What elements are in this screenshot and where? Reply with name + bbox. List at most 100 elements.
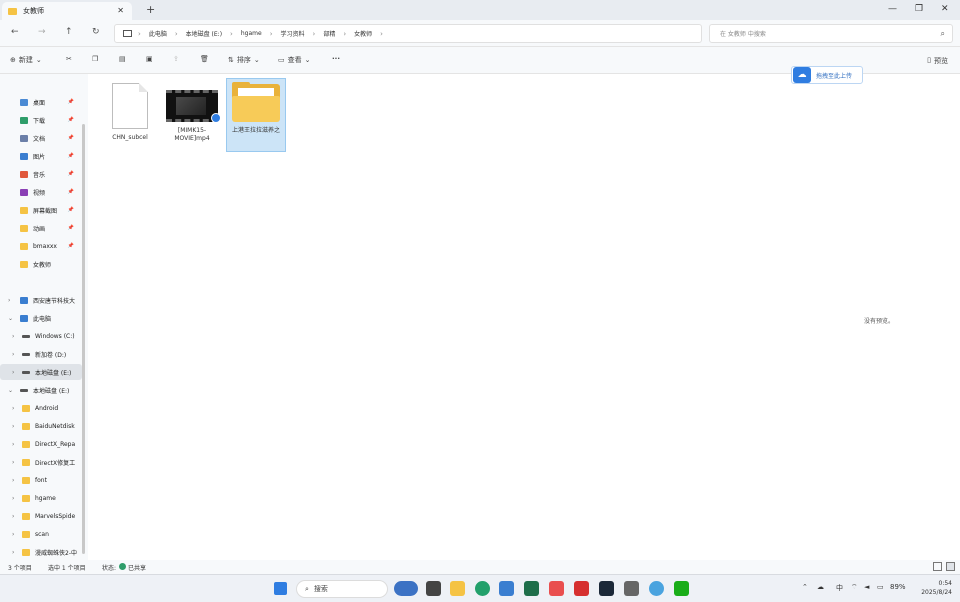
sidebar-tree-item[interactable]: › DirectX_Repa [0,436,82,452]
folder-icon [232,82,280,122]
copy-button[interactable]: ❐ [92,55,98,63]
breadcrumb-item[interactable]: hgame [237,30,266,37]
folder-item-selected[interactable]: 上港王拉拉滋养之 [226,78,286,152]
more-options-button[interactable]: ··· [332,55,340,63]
maximize-button[interactable]: ❐ [915,4,923,14]
share-button[interactable]: ⇪ [173,55,179,63]
sidebar-tree-item[interactable]: › 漫威蜘蛛侠2-中 [0,544,82,560]
address-bar[interactable]: › 此电脑 › 本地磁盘 (E:) › hgame › 学习资料 › 部精 › 女教师 › [114,24,702,43]
paste-button[interactable]: ▤ [119,55,126,63]
up-button[interactable]: ↑ [65,27,73,37]
ime-indicator[interactable]: 中 [836,583,843,593]
chevron-icon[interactable]: › [12,459,14,466]
breadcrumb-item[interactable]: 部精 [319,29,339,38]
chevron-icon[interactable]: › [12,477,14,484]
sidebar-tree-item[interactable]: › font [0,472,82,488]
sidebar-tree-item[interactable]: › 西安唐节科技大 [0,292,82,308]
app-icon[interactable] [649,581,664,596]
chevron-icon[interactable]: › [12,441,14,448]
sidebar-tree-item[interactable]: › Android [0,400,82,416]
sidebar-tree-item[interactable]: ⌄ 本地磁盘 (E:) [0,382,82,398]
chevron-icon[interactable]: › [8,297,10,304]
app-icon[interactable] [524,581,539,596]
search-input[interactable]: 在 女教师 中搜索 ⌕ [709,24,953,43]
back-button[interactable]: ← [11,27,19,37]
sidebar-item[interactable]: 屏幕截图 📌 [0,202,82,218]
sidebar-item[interactable]: 文档 📌 [0,130,82,146]
sidebar-tree-item[interactable]: › Windows (C:) [0,328,82,344]
chevron-icon[interactable]: › [12,549,14,556]
widget-icon[interactable] [394,581,418,596]
sidebar-item[interactable]: 视频 📌 [0,184,82,200]
sidebar-tree-item[interactable]: › hgame [0,490,82,506]
sidebar-item[interactable]: 桌面 📌 [0,94,82,110]
cut-button[interactable]: ✂ [66,55,72,63]
chevron-icon[interactable]: › [12,333,14,340]
preview-pane-button[interactable]: ▯ 预览 [927,56,948,66]
sidebar-item[interactable]: 女教师 [0,256,82,272]
file-item[interactable]: [MIMK15-MOVIE]mp4 [162,80,222,154]
chevron-icon[interactable]: › [12,369,14,376]
rename-button[interactable]: ▣ [146,55,153,63]
sidebar-item[interactable]: bmaxxx 📌 [0,238,82,254]
close-window-button[interactable]: ✕ [941,4,949,14]
battery-icon[interactable]: ▭ [877,583,884,591]
chevron-icon[interactable]: › [12,423,14,430]
sidebar-item[interactable]: 音乐 📌 [0,166,82,182]
player-badge-icon [211,113,221,123]
breadcrumb-item[interactable]: 本地磁盘 (E:) [182,29,226,38]
wps-icon[interactable] [574,581,589,596]
file-item[interactable]: CHN_subcel [100,80,160,154]
file-explorer-icon[interactable] [450,581,465,596]
breadcrumb-item[interactable]: 此电脑 [145,29,171,38]
breadcrumb-item[interactable]: 学习资料 [277,29,309,38]
cloud-icon[interactable]: ☁ [817,583,824,591]
sidebar-tree-item[interactable]: ⌄ 此电脑 [0,310,82,326]
new-tab-button[interactable]: + [146,3,155,16]
browser-icon[interactable] [549,581,564,596]
tab-current-folder[interactable]: 女教师 ✕ [2,2,132,20]
wechat-icon[interactable] [674,581,689,596]
sidebar-tree-item[interactable]: › MarvelsSpide [0,508,82,524]
chevron-icon[interactable]: › [12,351,14,358]
sidebar-tree-item[interactable]: › 本地磁盘 (E:) [0,364,82,380]
sort-button[interactable]: ⇅ 排序 ⌄ [228,55,260,65]
tab-title: 女教师 [23,7,44,15]
sidebar-item[interactable]: 下载 📌 [0,112,82,128]
tiles-view-icon[interactable] [946,562,955,571]
steam-icon[interactable] [599,581,614,596]
volume-icon[interactable]: ◄ [864,583,869,591]
chevron-icon[interactable]: › [12,513,14,520]
task-view-icon[interactable] [426,581,441,596]
sidebar-tree-item[interactable]: › DirectX修复工 [0,454,82,470]
app-icon[interactable] [624,581,639,596]
drag-upload-button[interactable]: ☁ 拖拽至此上传 [791,66,863,84]
close-tab-icon[interactable]: ✕ [117,6,124,15]
new-button[interactable]: ⊕ 新建 ⌄ [10,55,42,65]
forward-button[interactable]: → [38,27,46,37]
app-icon[interactable] [499,581,514,596]
breadcrumb-item[interactable]: 女教师 [350,29,376,38]
sidebar-item[interactable]: 动画 📌 [0,220,82,236]
sidebar-tree-item[interactable]: › 新加卷 (D:) [0,346,82,362]
delete-button[interactable]: 🗑 [200,55,209,63]
chevron-icon[interactable]: › [12,531,14,538]
view-button[interactable]: ▭ 查看 ⌄ [278,55,311,65]
sidebar-item[interactable]: 图片 📌 [0,148,82,164]
sidebar-tree-item[interactable]: › BaiduNetdisk [0,418,82,434]
network-icon[interactable]: ⌔ [851,583,858,592]
clock[interactable]: 0:54 2025/8/24 [918,579,952,597]
chevron-icon[interactable]: › [12,495,14,502]
minimize-button[interactable]: — [888,4,897,14]
chevron-icon[interactable]: › [12,405,14,412]
sidebar-tree-item[interactable]: › scan [0,526,82,542]
taskbar-search[interactable]: ⌕ 搜索 [296,580,388,598]
details-view-icon[interactable] [933,562,942,571]
refresh-button[interactable]: ↻ [92,27,100,37]
chevron-icon[interactable]: ⌄ [8,387,13,394]
edge-icon[interactable] [475,581,490,596]
start-menu-icon[interactable] [274,582,287,595]
sidebar-scrollbar[interactable] [82,124,85,554]
chevron-icon[interactable]: ⌄ [8,315,13,322]
tray-overflow-icon[interactable]: ⌃ [802,583,808,591]
